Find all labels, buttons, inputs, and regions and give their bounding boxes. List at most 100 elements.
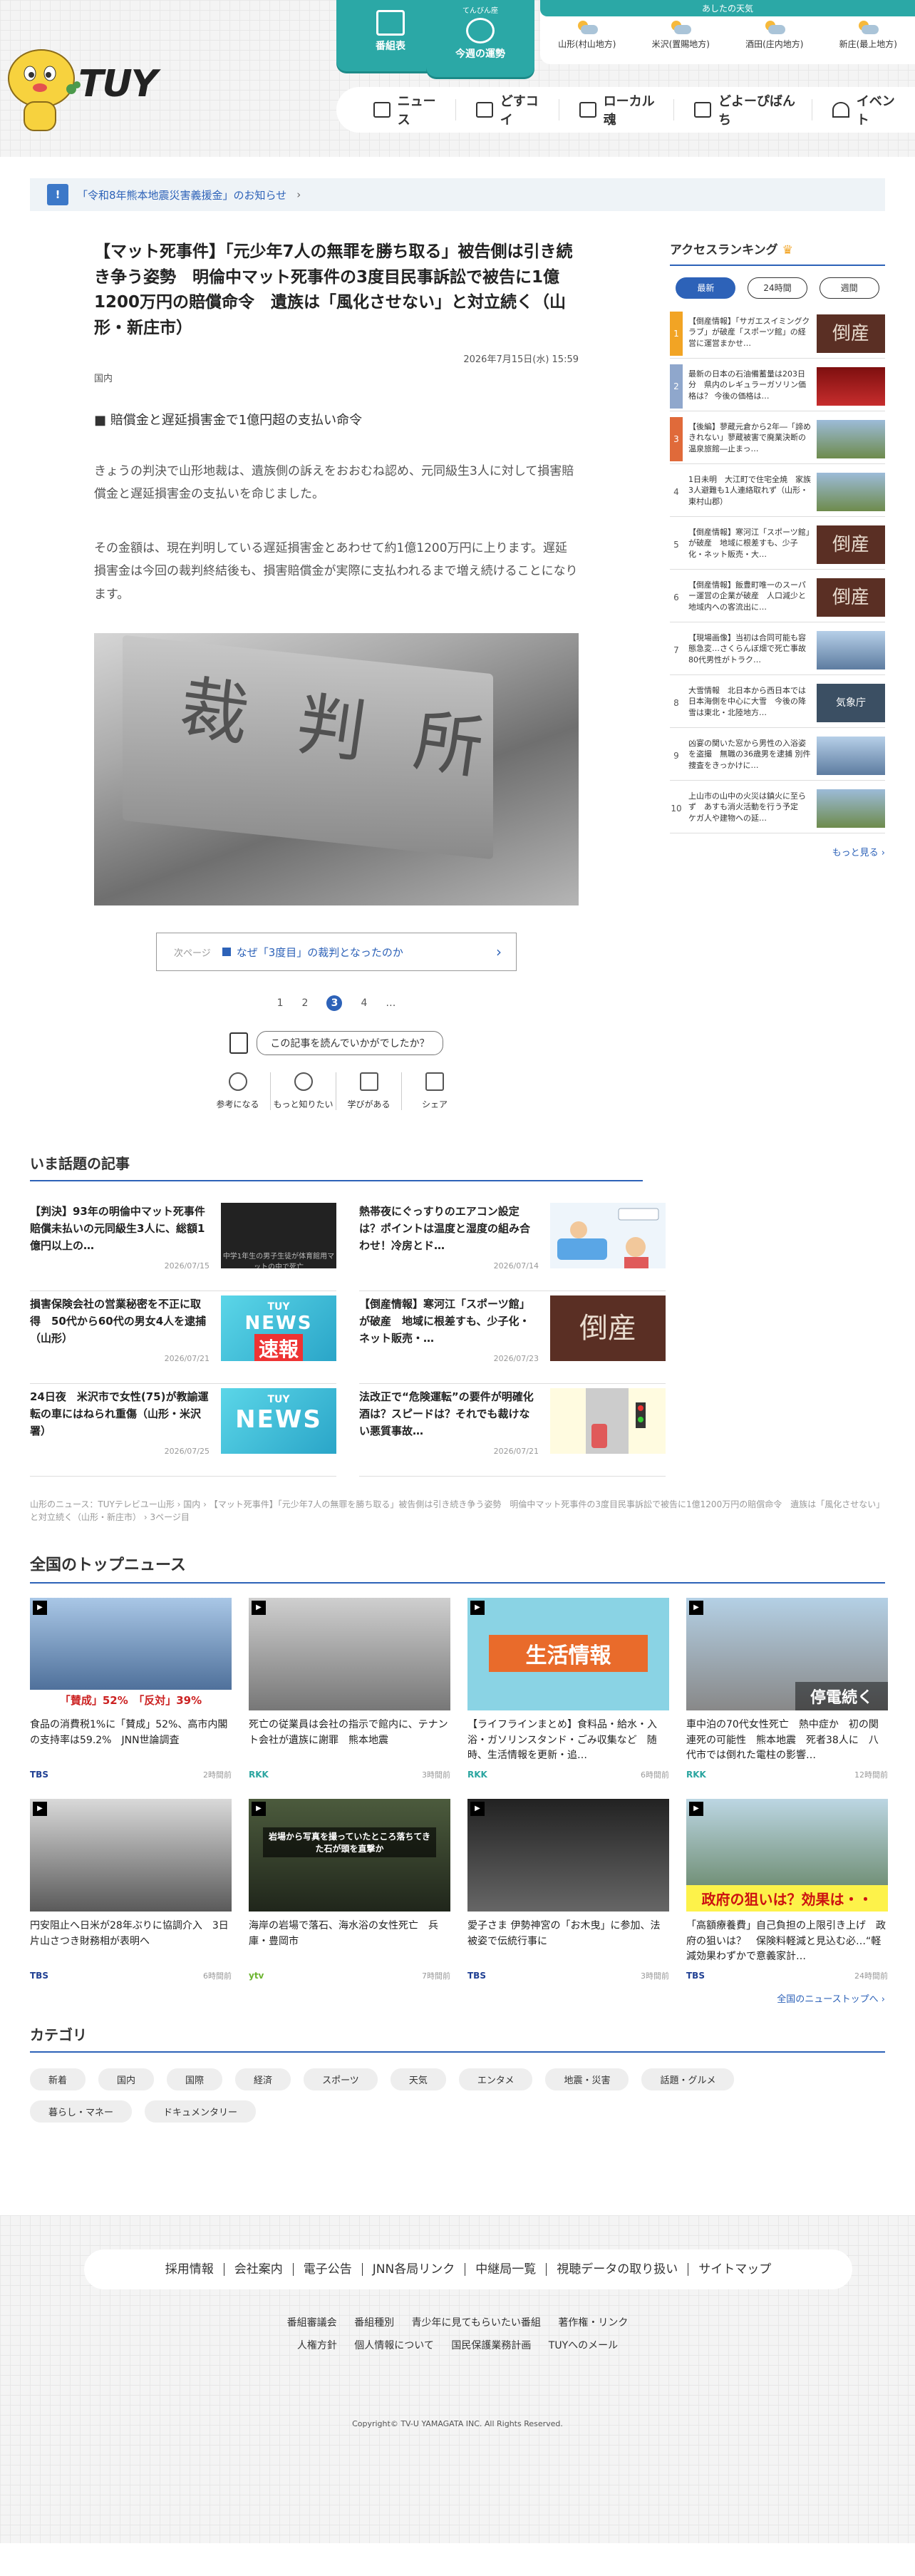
nav-news[interactable]: ニュース — [361, 94, 457, 128]
ranking-item[interactable]: 10 上山市の山中の火災は鎮火に至らず あすも消火活動を行う予定 ケガ人や建物への… — [670, 784, 885, 833]
footer-link[interactable]: サイトマップ — [688, 2263, 781, 2276]
news-card[interactable]: 「賛成」52% 「反対」39% 食品の消費税1%に「賛成」52%、高市内閣の支持率… — [30, 1598, 232, 1780]
nav-doyopi[interactable]: どよーぴばんち — [681, 94, 813, 128]
next-page-label: 次ページ — [174, 948, 211, 959]
footer-sub-link[interactable]: 国民保護業務計画 — [451, 2340, 531, 2351]
page-link[interactable]: 4 — [361, 997, 367, 1009]
footer-link[interactable]: 視聴データの取り扱い — [547, 2263, 689, 2276]
reaction-learn[interactable]: 学びがある — [336, 1072, 402, 1111]
rank-thumbnail — [817, 419, 885, 458]
news-time: 7時間前 — [422, 1971, 450, 1981]
ranking-item[interactable]: 1 【倒産情報】「サガエスイミングクラブ」が破産「スポーツ館」の経営に運営まかせ…… — [670, 309, 885, 359]
article-category[interactable]: 国内 — [94, 371, 579, 384]
news-card[interactable]: 岩場から写真を撮っていたところ落ちてきた石が頭を直撃か海岸の岩場で落石、海水浴の… — [249, 1799, 450, 1981]
rank-text: 凶宴の関いた窓から男性の入浴姿を盗撮 無職の36歳男を逮捕 別件捜査をきっかけに… — [688, 738, 811, 771]
footer-sub-link[interactable]: 番組審議会 — [287, 2317, 337, 2329]
category-chip[interactable]: スポーツ — [304, 2068, 378, 2090]
nav-event[interactable]: イベント — [820, 94, 915, 128]
footer-sub-link[interactable]: 青少年に見てもらいたい番組 — [412, 2317, 541, 2329]
category-chip[interactable]: 話題・グルメ — [641, 2068, 735, 2090]
fortune-button[interactable]: てんびん座 今週の運勢 — [426, 0, 534, 77]
news-card[interactable]: 生活情報【ライフラインまとめ】食料品・給水・入浴・ガソリンスタンド・ごみ収集など… — [467, 1598, 669, 1780]
next-page-link[interactable]: 次ページ なぜ「3度目」の裁判となったのか › — [156, 933, 517, 972]
footer-link[interactable]: 会社案内 — [224, 2263, 294, 2276]
tab-24h[interactable]: 24時間 — [747, 277, 807, 299]
next-page-title: なぜ「3度目」の裁判となったのか — [236, 945, 403, 959]
category-chip[interactable]: 天気 — [390, 2068, 446, 2090]
weather-panel[interactable]: あしたの天気 山形(村山地方) 米沢(置賜地方) 酒田(庄内地方) 新庄(最上地… — [540, 0, 915, 64]
feedback-prompt: この記事を読んでいかがでしたか？ — [94, 1031, 579, 1056]
weather-item[interactable]: 酒田(庄内地方) — [745, 21, 803, 50]
news-card[interactable]: 死亡の従業員は会社の指示で館内に、テナント会社が遺族に謝罪 熊本地震 RKK 3時間… — [249, 1598, 450, 1780]
breadcrumb-item[interactable]: 山形のニュース：TUYテレビユー山形 — [30, 1499, 175, 1509]
category-chip[interactable]: ドキュメンタリー — [145, 2100, 257, 2123]
sun-cloud-icon — [857, 21, 879, 35]
footer-sub-link[interactable]: 著作権・リンク — [558, 2317, 628, 2329]
national-news-more-link[interactable]: 全国のニューストップへ › — [30, 1991, 885, 2005]
tuy-logo-text[interactable]: TUY — [78, 63, 157, 106]
ranking-item[interactable]: 5 【倒産情報】寒河江「スポーツ館」が破産 地域に根差すも、少子化・ネット販売・大… — [670, 520, 885, 570]
popular-card-date: 2026/07/21 — [164, 1354, 210, 1363]
news-card[interactable]: 停電続く車中泊の70代女性死亡 熱中症か 初の関連死の可能性 熊本地震 死者38… — [686, 1598, 888, 1780]
nav-dosukoi[interactable]: どすコイ — [463, 94, 559, 128]
share-button[interactable]: シェア — [402, 1072, 467, 1110]
reaction-more[interactable]: もっと知りたい — [271, 1072, 336, 1111]
popular-card[interactable]: 【倒産情報】寒河江「スポーツ館」が破産 地域に根差すも、少子化・ネット販売・… 2… — [359, 1291, 666, 1384]
category-chip[interactable]: 国内 — [98, 2068, 155, 2090]
popular-card[interactable]: 法改正で“危険運転”の要件が明確化 酒は？スピードは？それでも裁けない悪質事故…… — [359, 1384, 666, 1477]
footer-link[interactable]: 中継局一覧 — [465, 2263, 547, 2276]
popular-card[interactable]: 損害保険会社の営業秘密を不正に取得 50代から60代の男女4人を逮捕（山形） 20… — [30, 1291, 336, 1384]
ranking-item[interactable]: 2 最新の日本の石油備蓄量は203日分 県内のレギュラーガソリン価格は？ 今後の価… — [670, 361, 885, 411]
ranking-more-link[interactable]: もっと見る › — [670, 845, 885, 858]
news-card[interactable]: 円安阻止へ日米が28年ぶりに協調介入 3日 片山さつき財務相が表明へ TBS 6時間… — [30, 1799, 232, 1981]
reaction-buttons: 参考になる もっと知りたい 学びがある シェア — [94, 1072, 579, 1111]
category-chip[interactable]: 国際 — [167, 2068, 223, 2090]
rank-number: 3 — [670, 416, 683, 461]
breadcrumb-item[interactable]: 国内 — [183, 1499, 200, 1509]
ranking-title: アクセスランキング ♛ — [670, 240, 885, 266]
category-chip[interactable]: 経済 — [235, 2068, 291, 2090]
ranking-item[interactable]: 6 【倒産情報】飯豊町唯一のスーパー運営の企業が破産 人口減少と地域内への客流出に… — [670, 573, 885, 622]
site-footer: 採用情報 会社案内 電子公告 JNN各局リンク 中継局一覧 視聴データの取り扱い… — [0, 2215, 915, 2543]
category-chip[interactable]: 地震・災害 — [545, 2068, 629, 2090]
footer-sub-link[interactable]: TUYへのメール — [549, 2340, 618, 2351]
tab-latest[interactable]: 最新 — [676, 277, 736, 299]
ranking-tabs: 最新 24時間 週間 — [670, 277, 885, 299]
category-chip[interactable]: 暮らし・マネー — [30, 2100, 133, 2123]
popular-card[interactable]: 熱帯夜にぐっすりのエアコン設定は？ポイントは温度と湿度の組み合わせ！冷房とド… 2… — [359, 1199, 666, 1291]
chevron-right-icon: › — [496, 943, 502, 961]
ranking-item[interactable]: 9 凶宴の関いた窓から男性の入浴姿を盗撮 無職の36歳男を逮捕 別件捜査をきっかけ… — [670, 731, 885, 781]
popular-card[interactable]: 【判決】93年の明倫中マット死事件 賠償未払いの元同級生3人に、総額1億円以上の… — [30, 1199, 336, 1291]
footer-link[interactable]: 採用情報 — [155, 2263, 224, 2276]
footer-link[interactable]: 電子公告 — [294, 2263, 363, 2276]
weather-item[interactable]: 新庄(最上地方) — [839, 21, 897, 50]
rank-number: 2 — [670, 364, 683, 409]
ranking-item[interactable]: 8 大雪情報 北日本から西日本では日本海側を中心に大雪 今後の降雪は東北・北陸地方… — [670, 678, 885, 728]
footer-sub-link[interactable]: 人権方針 — [297, 2340, 337, 2351]
fortune-sign: てんびん座 — [462, 7, 498, 15]
ranking-item[interactable]: 7 【現場画像】当初は合同可能も容態急変…さくらんぼ畑で死亡事故 80代男性がトラ… — [670, 625, 885, 675]
footer-sub-link[interactable]: 番組種別 — [354, 2317, 394, 2329]
news-card[interactable]: 愛子さま 伊勢神宮の「お木曳」に参加、法被姿で伝統行事に TBS 3時間前 — [467, 1799, 669, 1981]
weather-item[interactable]: 米沢(置賜地方) — [652, 21, 710, 50]
popular-card-date: 2026/07/14 — [493, 1261, 539, 1271]
nav-local[interactable]: ローカル魂 — [567, 94, 675, 128]
popular-title: いま話題の記事 — [30, 1152, 643, 1181]
footer-link[interactable]: JNN各局リンク — [363, 2263, 466, 2276]
page-link[interactable]: 2 — [302, 997, 309, 1009]
breaking-badge: 速報 — [254, 1334, 303, 1361]
tab-weekly[interactable]: 週間 — [819, 277, 879, 299]
popular-card[interactable]: 24日夜 米沢市で女性(75)が教諭運転の車にはねられ重傷（山形・米沢署） 202… — [30, 1384, 336, 1477]
footer-sub-link[interactable]: 個人情報について — [354, 2340, 434, 2351]
category-chip[interactable]: エンタメ — [458, 2068, 533, 2090]
event-icon — [832, 102, 849, 118]
ranking-item[interactable]: 4 1日未明 大江町で住宅全焼 家族3人避難も1人連絡取れず（山形・東村山郡） — [670, 467, 885, 517]
weather-item[interactable]: 山形(村山地方) — [558, 21, 616, 50]
category-chip[interactable]: 新着 — [30, 2068, 86, 2090]
page-link[interactable]: 1 — [277, 997, 284, 1009]
news-card[interactable]: 政府の狙いは？効果は・・「高額療養費」自己負担の上限引き上げ 政府の狙いは？ 保… — [686, 1799, 888, 1981]
lightbulb-icon — [228, 1072, 247, 1092]
notice-banner[interactable]: ! 「令和8年熊本地震災害義援金」のお知らせ › — [30, 178, 885, 211]
reaction-helpful[interactable]: 参考になる — [205, 1072, 271, 1111]
ranking-item[interactable]: 3 【後編】蓼蔵元倉から2年―「諦めきれない」蓼蔵被害で廃業決断の温泉旅館―止まっ… — [670, 414, 885, 464]
